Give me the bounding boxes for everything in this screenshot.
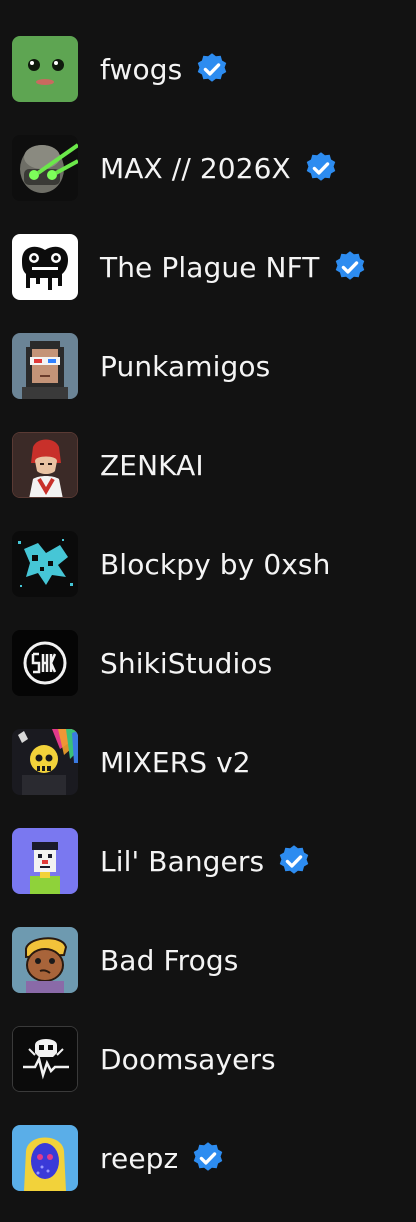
collection-name: ZENKAI	[100, 448, 204, 482]
shiki-logo-avatar-icon	[12, 630, 78, 696]
collection-row-lil-bangers[interactable]: Lil' Bangers	[0, 826, 416, 925]
collection-row-zenkai[interactable]: ZENKAI	[0, 430, 416, 529]
dripping-frog-logo-avatar-icon	[12, 234, 78, 300]
collection-name: MAX // 2026X	[100, 151, 291, 185]
pixel-punk-3d-glasses-avatar-icon	[12, 333, 78, 399]
frog-face-avatar-icon	[12, 36, 78, 102]
collection-row-mixers-v2[interactable]: MIXERS v2	[0, 727, 416, 826]
collection-name: Lil' Bangers	[100, 844, 265, 878]
collection-row-shikistudios[interactable]: ShikiStudios	[0, 628, 416, 727]
red-hair-anime-character-avatar-icon	[12, 432, 78, 498]
collection-name: ShikiStudios	[100, 646, 273, 680]
cyan-splatter-avatar-icon	[12, 531, 78, 597]
collection-list: fwogs MAX // 2026X The Plague NFT Punkam…	[0, 0, 416, 1200]
verified-badge-icon	[276, 843, 312, 879]
collection-row-bad-frogs[interactable]: Bad Frogs	[0, 925, 416, 1024]
collection-name: Doomsayers	[100, 1042, 276, 1076]
collection-name: Punkamigos	[100, 349, 271, 383]
collection-name: fwogs	[100, 52, 183, 86]
collection-name: The Plague NFT	[100, 250, 320, 284]
collection-row-punkamigos[interactable]: Punkamigos	[0, 331, 416, 430]
collection-name: Blockpy by 0xsh	[100, 547, 331, 581]
verified-badge-icon	[332, 249, 368, 285]
yellow-skull-rainbow-avatar-icon	[12, 729, 78, 795]
collection-row-doomsayers[interactable]: Doomsayers	[0, 1024, 416, 1123]
verified-badge-icon	[190, 1140, 226, 1176]
collection-row-blockpy-by-0xsh[interactable]: Blockpy by 0xsh	[0, 529, 416, 628]
collection-row-reepz[interactable]: reepz	[0, 1123, 416, 1222]
hooded-blue-face-avatar-icon	[12, 1125, 78, 1191]
collection-name: reepz	[100, 1141, 179, 1175]
skull-heartbeat-avatar-icon	[12, 1026, 78, 1092]
pixel-clown-avatar-icon	[12, 828, 78, 894]
verified-badge-icon	[303, 150, 339, 186]
verified-badge-icon	[194, 51, 230, 87]
robot-head-laser-eyes-avatar-icon	[12, 135, 78, 201]
collection-name: MIXERS v2	[100, 745, 251, 779]
collection-row-the-plague-nft[interactable]: The Plague NFT	[0, 232, 416, 331]
blonde-cartoon-character-avatar-icon	[12, 927, 78, 993]
collection-row-max-2026x[interactable]: MAX // 2026X	[0, 133, 416, 232]
collection-name: Bad Frogs	[100, 943, 239, 977]
collection-row-fwogs[interactable]: fwogs	[0, 34, 416, 133]
